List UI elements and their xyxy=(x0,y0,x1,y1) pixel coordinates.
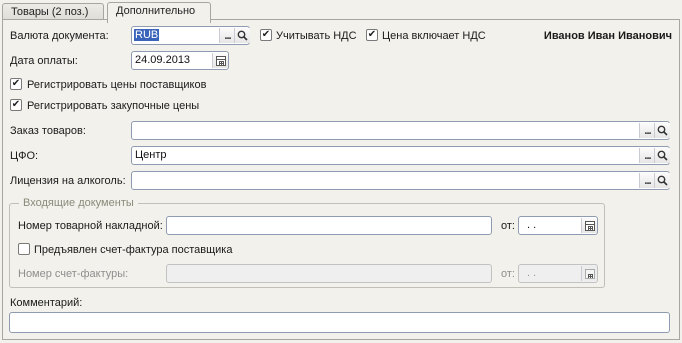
invoice-number-field[interactable] xyxy=(166,264,492,283)
alcohol-license-search-button[interactable] xyxy=(654,173,670,188)
calendar-icon xyxy=(584,220,595,231)
waybill-number-label: Номер товарной накладной: xyxy=(18,220,163,232)
cfo-value: Центр xyxy=(135,149,167,161)
vat-checkbox-label: Учитывать НДС xyxy=(276,30,357,42)
waybill-date-value: . . xyxy=(527,219,537,231)
price-includes-vat-checkbox[interactable]: ✔ xyxy=(366,29,378,41)
incoming-docs-title: Входящие документы xyxy=(19,197,138,209)
waybill-number-field[interactable] xyxy=(166,216,492,235)
ellipsis-icon: ... xyxy=(644,124,651,137)
currency-label: Валюта документа: xyxy=(10,30,109,42)
ellipsis-icon: ... xyxy=(644,174,651,187)
goods-order-field[interactable]: ... xyxy=(131,121,670,140)
calendar-icon xyxy=(584,268,595,279)
comment-label: Комментарий: xyxy=(10,297,83,309)
user-name: Иванов Иван Иванович xyxy=(543,30,672,42)
goods-order-select-button[interactable]: ... xyxy=(639,123,655,138)
cfo-search-button[interactable] xyxy=(654,148,670,163)
currency-select-button[interactable]: ... xyxy=(219,28,235,43)
invoice-presented-label: Предъявлен счет-фактура поставщика xyxy=(34,244,233,256)
cfo-select-button[interactable]: ... xyxy=(639,148,655,163)
register-supplier-prices-label: Регистрировать цены поставщиков xyxy=(27,79,207,91)
currency-search-button[interactable] xyxy=(234,28,250,43)
ellipsis-icon: ... xyxy=(224,29,231,42)
comment-field[interactable] xyxy=(9,312,670,333)
invoice-date-value: . . xyxy=(527,267,537,279)
invoice-from-label: от: xyxy=(501,268,515,280)
ellipsis-icon: ... xyxy=(644,149,651,162)
alcohol-license-select-button[interactable]: ... xyxy=(639,173,655,188)
invoice-date-field[interactable]: . . xyxy=(518,264,598,283)
goods-order-label: Заказ товаров: xyxy=(10,125,86,137)
alcohol-license-field[interactable]: ... xyxy=(131,171,670,190)
cfo-label: ЦФО: xyxy=(10,150,39,162)
register-purchase-prices-checkbox[interactable]: ✔ xyxy=(10,99,22,111)
register-supplier-prices-checkbox[interactable]: ✔ xyxy=(10,78,22,90)
search-icon xyxy=(657,175,668,186)
search-icon xyxy=(237,30,248,41)
vat-checkbox[interactable]: ✔ xyxy=(260,29,272,41)
currency-field[interactable]: RUB ... xyxy=(131,26,250,45)
price-includes-vat-label: Цена включает НДС xyxy=(382,30,486,42)
invoice-date-calendar-button[interactable] xyxy=(581,266,597,281)
waybill-date-calendar-button[interactable] xyxy=(581,218,597,233)
waybill-from-label: от: xyxy=(501,220,515,232)
payment-date-value: 24.09.2013 xyxy=(135,54,191,66)
goods-order-search-button[interactable] xyxy=(654,123,670,138)
calendar-icon xyxy=(215,55,226,66)
payment-date-calendar-button[interactable] xyxy=(212,53,228,68)
search-icon xyxy=(657,150,668,161)
invoice-number-label: Номер счет-фактуры: xyxy=(18,268,129,280)
search-icon xyxy=(657,125,668,136)
register-purchase-prices-label: Регистрировать закупочные цены xyxy=(27,100,200,112)
cfo-field[interactable]: Центр ... xyxy=(131,146,670,165)
invoice-presented-checkbox[interactable] xyxy=(18,243,30,255)
payment-date-field[interactable]: 24.09.2013 xyxy=(131,51,229,70)
payment-date-label: Дата оплаты: xyxy=(10,55,78,67)
currency-value: RUB xyxy=(134,29,160,41)
alcohol-license-label: Лицензия на алкоголь: xyxy=(10,175,126,187)
waybill-date-field[interactable]: . . xyxy=(518,216,598,235)
